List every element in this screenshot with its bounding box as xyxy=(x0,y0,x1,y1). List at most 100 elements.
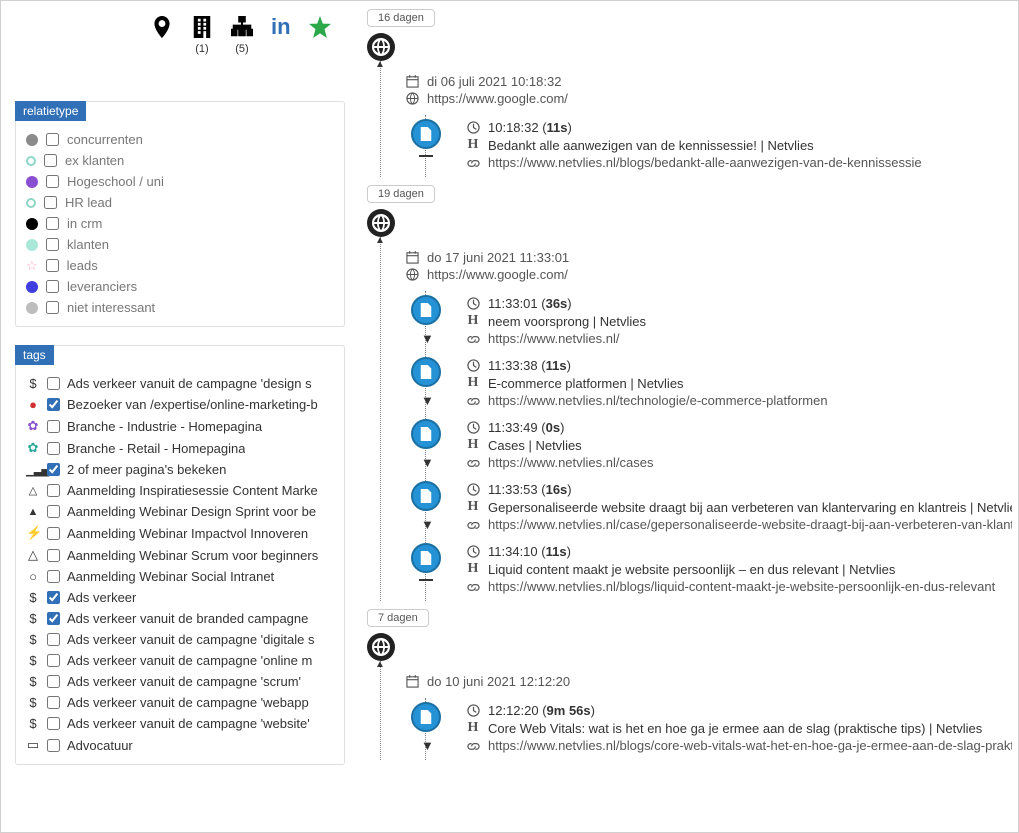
link-icon xyxy=(466,394,480,407)
tag-item[interactable]: ▲Aanmelding Webinar Design Sprint voor b… xyxy=(26,501,334,522)
tag-checkbox[interactable] xyxy=(47,527,60,540)
visit-title: Gepersonaliseerde website draagt bij aan… xyxy=(488,500,1012,515)
tag-item[interactable]: $Ads verkeer vanuit de campagne 'design … xyxy=(26,373,334,394)
visit-title: Liquid content maakt je website persoonl… xyxy=(488,562,895,577)
visit-url[interactable]: https://www.netvlies.nl/technologie/e-co… xyxy=(488,393,828,408)
clock-icon xyxy=(466,545,480,558)
tag-checkbox[interactable] xyxy=(47,612,60,625)
relatietype-item[interactable]: klanten xyxy=(26,234,334,255)
source-url[interactable]: https://www.google.com/ xyxy=(427,267,568,282)
relatietype-checkbox[interactable] xyxy=(44,154,57,167)
tag-item[interactable]: ▁▃▅2 of meer pagina's bekeken xyxy=(26,459,334,480)
relatietype-checkbox[interactable] xyxy=(46,217,59,230)
tag-checkbox[interactable] xyxy=(47,442,60,455)
visit-title: Core Web Vitals: wat is het en hoe ga je… xyxy=(488,721,982,736)
tag-checkbox[interactable] xyxy=(47,377,60,390)
visit-url[interactable]: https://www.netvlies.nl/blogs/liquid-con… xyxy=(488,579,995,594)
relatietype-checkbox[interactable] xyxy=(46,259,59,272)
dollar-icon: $ xyxy=(26,590,40,605)
document-icon[interactable] xyxy=(411,295,441,325)
visit-url[interactable]: https://www.netvlies.nl/case/gepersonali… xyxy=(488,517,1012,532)
type-dot-icon xyxy=(26,239,38,251)
source-url[interactable]: https://www.google.com/ xyxy=(427,91,568,106)
link-icon xyxy=(466,739,480,752)
globe-small-icon xyxy=(405,92,419,105)
tag-item[interactable]: $Ads verkeer vanuit de branded campagne xyxy=(26,608,334,629)
tag-item[interactable]: ○Aanmelding Webinar Social Intranet xyxy=(26,566,334,587)
relatietype-label: HR lead xyxy=(65,195,112,210)
link-icon xyxy=(466,456,480,469)
tag-label: Aanmelding Webinar Design Sprint voor be xyxy=(67,504,316,519)
visit-time: 11:33:01 (36s) xyxy=(488,296,572,311)
document-icon[interactable] xyxy=(411,543,441,573)
tag-checkbox[interactable] xyxy=(47,717,60,730)
timeline: 16 dagen▲di 06 juli 2021 10:18:32https:/… xyxy=(349,9,1012,832)
tag-checkbox[interactable] xyxy=(47,739,60,752)
tag-checkbox[interactable] xyxy=(47,570,60,583)
building-icon[interactable]: (1) xyxy=(191,16,213,55)
tag-item[interactable]: ✿Branche - Retail - Homepagina xyxy=(26,437,334,459)
type-dot-icon xyxy=(26,198,36,208)
visit-url[interactable]: https://www.netvlies.nl/cases xyxy=(488,455,653,470)
globe-icon xyxy=(367,633,395,661)
tag-item[interactable]: ●Bezoeker van /expertise/online-marketin… xyxy=(26,394,334,415)
type-dot-icon xyxy=(26,176,38,188)
tag-item[interactable]: $Ads verkeer vanuit de campagne 'digital… xyxy=(26,629,334,650)
relatietype-checkbox[interactable] xyxy=(46,175,59,188)
tag-item[interactable]: ⚡Aanmelding Webinar Impactvol Innoveren xyxy=(26,522,334,544)
tag-item[interactable]: ✿Branche - Industrie - Homepagina xyxy=(26,415,334,437)
relatietype-checkbox[interactable] xyxy=(44,196,57,209)
relatietype-checkbox[interactable] xyxy=(46,301,59,314)
heading-icon: H xyxy=(466,375,480,391)
relatietype-checkbox[interactable] xyxy=(46,280,59,293)
tag-item[interactable]: $Ads verkeer vanuit de campagne 'webapp xyxy=(26,692,334,713)
visit-url[interactable]: https://www.netvlies.nl/blogs/core-web-v… xyxy=(488,738,1012,753)
relatietype-checkbox[interactable] xyxy=(46,133,59,146)
tag-item[interactable]: $Ads verkeer vanuit de campagne 'online … xyxy=(26,650,334,671)
marker-icon[interactable] xyxy=(151,16,173,41)
tag-item[interactable]: △Aanmelding Inspiratiesessie Content Mar… xyxy=(26,480,334,501)
tag-checkbox[interactable] xyxy=(47,484,60,497)
tag-item[interactable]: △Aanmelding Webinar Scrum voor beginners xyxy=(26,544,334,566)
tag-label: Ads verkeer vanuit de campagne 'website' xyxy=(67,716,310,731)
relatietype-item[interactable]: ☆leads xyxy=(26,255,334,276)
relatietype-item[interactable]: ex klanten xyxy=(26,150,334,171)
tag-checkbox[interactable] xyxy=(47,505,60,518)
tag-item[interactable]: $Ads verkeer vanuit de campagne 'scrum' xyxy=(26,671,334,692)
document-icon[interactable] xyxy=(411,419,441,449)
document-icon[interactable] xyxy=(411,357,441,387)
tag-item[interactable]: ▭Advocatuur xyxy=(26,734,334,756)
relatietype-item[interactable]: concurrenten xyxy=(26,129,334,150)
visit-item: ▼12:12:20 (9m 56s)HCore Web Vitals: wat … xyxy=(426,698,1012,760)
document-icon[interactable] xyxy=(411,481,441,511)
relatietype-item[interactable]: in crm xyxy=(26,213,334,234)
sitemap-icon[interactable]: (5) xyxy=(231,16,253,55)
star-icon[interactable] xyxy=(309,16,331,41)
tag-checkbox[interactable] xyxy=(47,398,60,411)
tag-checkbox[interactable] xyxy=(47,633,60,646)
visit-item: 11:34:10 (11s)HLiquid content maakt je w… xyxy=(426,539,1012,601)
tag-checkbox[interactable] xyxy=(47,654,60,667)
tag-checkbox[interactable] xyxy=(47,675,60,688)
tag-checkbox[interactable] xyxy=(47,549,60,562)
visit-url[interactable]: https://www.netvlies.nl/ xyxy=(488,331,620,346)
relatietype-item[interactable]: HR lead xyxy=(26,192,334,213)
tag-checkbox[interactable] xyxy=(47,420,60,433)
cogs-teal-icon: ✿ xyxy=(26,440,40,456)
tag-item[interactable]: $Ads verkeer vanuit de campagne 'website… xyxy=(26,713,334,734)
visit-url[interactable]: https://www.netvlies.nl/blogs/bedankt-al… xyxy=(488,155,922,170)
relatietype-item[interactable]: niet interessant xyxy=(26,297,334,318)
relatietype-item[interactable]: leveranciers xyxy=(26,276,334,297)
visit-time: 12:12:20 (9m 56s) xyxy=(488,703,595,718)
linkedin-icon[interactable]: in xyxy=(271,16,291,38)
tag-checkbox[interactable] xyxy=(47,591,60,604)
tag-item[interactable]: $Ads verkeer xyxy=(26,587,334,608)
tag-checkbox[interactable] xyxy=(47,696,60,709)
document-icon[interactable] xyxy=(411,119,441,149)
document-icon[interactable] xyxy=(411,702,441,732)
relatietype-label: concurrenten xyxy=(67,132,143,147)
relatietype-item[interactable]: Hogeschool / uni xyxy=(26,171,334,192)
tag-label: Ads verkeer vanuit de branded campagne xyxy=(67,611,308,626)
tag-checkbox[interactable] xyxy=(47,463,60,476)
relatietype-checkbox[interactable] xyxy=(46,238,59,251)
